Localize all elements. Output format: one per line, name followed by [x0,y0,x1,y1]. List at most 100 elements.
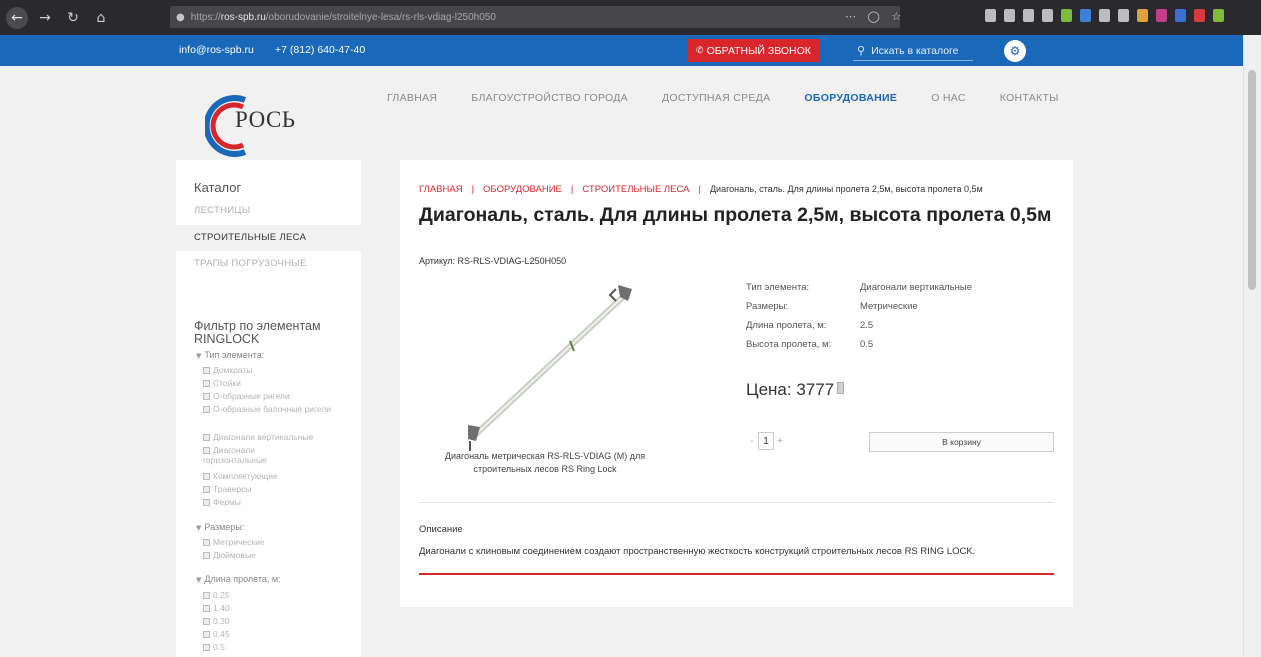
breadcrumb-separator: | [471,184,475,195]
scrollbar-thumb[interactable] [1248,70,1256,290]
quantity-stepper: - 1 + [746,432,786,450]
filter-option[interactable]: О-образные балочные ригели [203,404,343,414]
shield-icon[interactable]: ◯ [868,10,884,23]
checkbox[interactable] [203,434,210,441]
filter-group-length[interactable]: ▼ Длина пролета, м: [196,574,281,584]
extension-icon[interactable] [1156,9,1167,22]
filter-group-type[interactable]: ▼ Тип элемента: [196,350,264,360]
checkbox[interactable] [203,539,210,546]
extension-icon[interactable] [1023,9,1034,22]
filter-option[interactable]: О-образные ригели [203,391,353,401]
filter-option[interactable]: 0.30 [203,616,353,626]
extension-icon[interactable] [1004,9,1015,22]
breadcrumb-scaffolding[interactable]: СТРОИТЕЛЬНЫЕ ЛЕСА [582,184,689,195]
extension-icon[interactable] [1061,9,1072,22]
checkbox[interactable] [203,499,210,506]
product-card: ГЛАВНАЯ | ОБОРУДОВАНИЕ | СТРОИТЕЛЬНЫЕ ЛЕСА | Д… [400,160,1073,607]
filter-option-label: 0.45 [213,629,230,639]
breadcrumb-home[interactable]: ГЛАВНАЯ [419,184,463,195]
callback-button[interactable]: ✆ ОБРАТНЫЙ ЗВОНОК [687,39,820,62]
filter-option[interactable]: Дюймовые [203,550,353,560]
breadcrumb: ГЛАВНАЯ | ОБОРУДОВАНИЕ | СТРОИТЕЛЬНЫЕ ЛЕСА | Д… [419,184,983,195]
email-link[interactable]: info@ros-spb.ru [179,44,254,56]
category-ramps[interactable]: ТРАПЫ ПОГРУЗОЧНЫЕ [194,258,307,269]
checkbox[interactable] [203,367,210,374]
filter-option-label: О-образные ригели [213,391,290,401]
checkbox[interactable] [203,552,210,559]
qty-input[interactable]: 1 [758,432,774,450]
filter-option[interactable]: Комплектующие [203,471,353,481]
qty-minus-button[interactable]: - [746,432,758,450]
nav-item-home[interactable]: ГЛАВНАЯ [387,92,437,104]
add-to-cart-button[interactable]: В корзину [869,432,1054,452]
url-prefix: https:// [190,11,221,23]
checkbox[interactable] [203,486,210,493]
nav-item-contacts[interactable]: КОНТАКТЫ [1000,92,1059,104]
filter-group-size[interactable]: ▼ Размеры: [196,522,244,532]
nav-item-accessible[interactable]: ДОСТУПНАЯ СРЕДА [662,92,770,104]
filter-option-label: Комплектующие [213,471,278,481]
checkbox[interactable] [203,631,210,638]
category-ladders[interactable]: ЛЕСТНИЦЫ [194,205,250,216]
catalog-search-input[interactable]: ⚲ Искать в каталоге [853,41,973,61]
filter-option[interactable]: Стойки [203,378,353,388]
checkbox[interactable] [203,618,210,625]
extension-icon[interactable] [1080,9,1091,22]
extension-icon[interactable] [1213,9,1224,22]
star-icon[interactable]: ☆ [891,10,905,23]
checkbox[interactable] [203,473,210,480]
filter-option[interactable]: 0.25 [203,590,353,600]
checkbox[interactable] [203,592,210,599]
product-image[interactable] [440,275,650,455]
filter-option-label: 1.40 [213,603,230,613]
filter-option[interactable]: Диагонали горизонтальные [203,445,303,465]
forward-icon[interactable]: → [34,7,56,29]
filter-option[interactable]: 0.5 [203,642,353,652]
extension-icon[interactable] [1175,9,1186,22]
filter-option[interactable]: Домкраты [203,365,353,375]
extension-icon[interactable] [1118,9,1129,22]
description-underline [419,573,1054,575]
url-path: /oborudovanie/stroitelnye-lesa/rs-rls-vd… [265,11,496,23]
extension-icon[interactable] [1137,9,1148,22]
checkbox[interactable] [203,393,210,400]
checkbox[interactable] [203,406,210,413]
qty-plus-button[interactable]: + [774,432,786,450]
nav-item-about[interactable]: О НАС [931,92,966,104]
reload-icon[interactable]: ↻ [62,7,84,29]
filter-option[interactable]: Диагонали вертикальные [203,432,353,442]
site-logo[interactable]: РОСЬ [203,90,315,160]
page-scrollbar[interactable] [1243,35,1261,657]
gear-icon[interactable]: ⚙ [1004,40,1026,62]
extension-icon[interactable] [1194,9,1205,22]
filter-option[interactable]: Метрические [203,537,353,547]
extension-icon[interactable] [1042,9,1053,22]
filter-option[interactable]: Траверсы [203,484,353,494]
search-placeholder: Искать в каталоге [871,44,959,57]
nav-item-city[interactable]: БЛАГОУСТРОЙСТВО ГОРОДА [471,92,628,104]
property-name: Тип элемента: [746,282,810,293]
url-actions: ⋯ ◯ ☆ [845,10,905,23]
extension-icon[interactable] [1099,9,1110,22]
filter-option[interactable]: Фермы [203,497,353,507]
breadcrumb-equipment[interactable]: ОБОРУДОВАНИЕ [483,184,562,195]
checkbox[interactable] [203,644,210,651]
checkbox[interactable] [203,447,210,454]
home-icon[interactable]: ⌂ [90,7,112,29]
checkbox[interactable] [203,605,210,612]
phone-link[interactable]: +7 (812) 640-47-40 [275,44,365,56]
more-icon[interactable]: ⋯ [845,10,860,23]
description-label: Описание [419,524,463,535]
url-bar[interactable]: ● https:// ros-spb.ru /oborudovanie/stro… [170,6,900,28]
price-text: Цена: 3777 [746,380,835,399]
filter-option-label: Фермы [213,497,241,507]
nav-item-equipment[interactable]: ОБОРУДОВАНИЕ [804,92,897,104]
breadcrumb-separator: | [698,184,701,195]
logo-text: РОСЬ [235,107,296,132]
back-icon[interactable]: ← [6,6,28,29]
filter-option[interactable]: 1.40 [203,603,353,613]
extension-icon[interactable] [985,9,996,22]
checkbox[interactable] [203,380,210,387]
filter-option[interactable]: 0.45 [203,629,353,639]
category-scaffolding[interactable]: СТРОИТЕЛЬНЫЕ ЛЕСА [176,225,361,251]
